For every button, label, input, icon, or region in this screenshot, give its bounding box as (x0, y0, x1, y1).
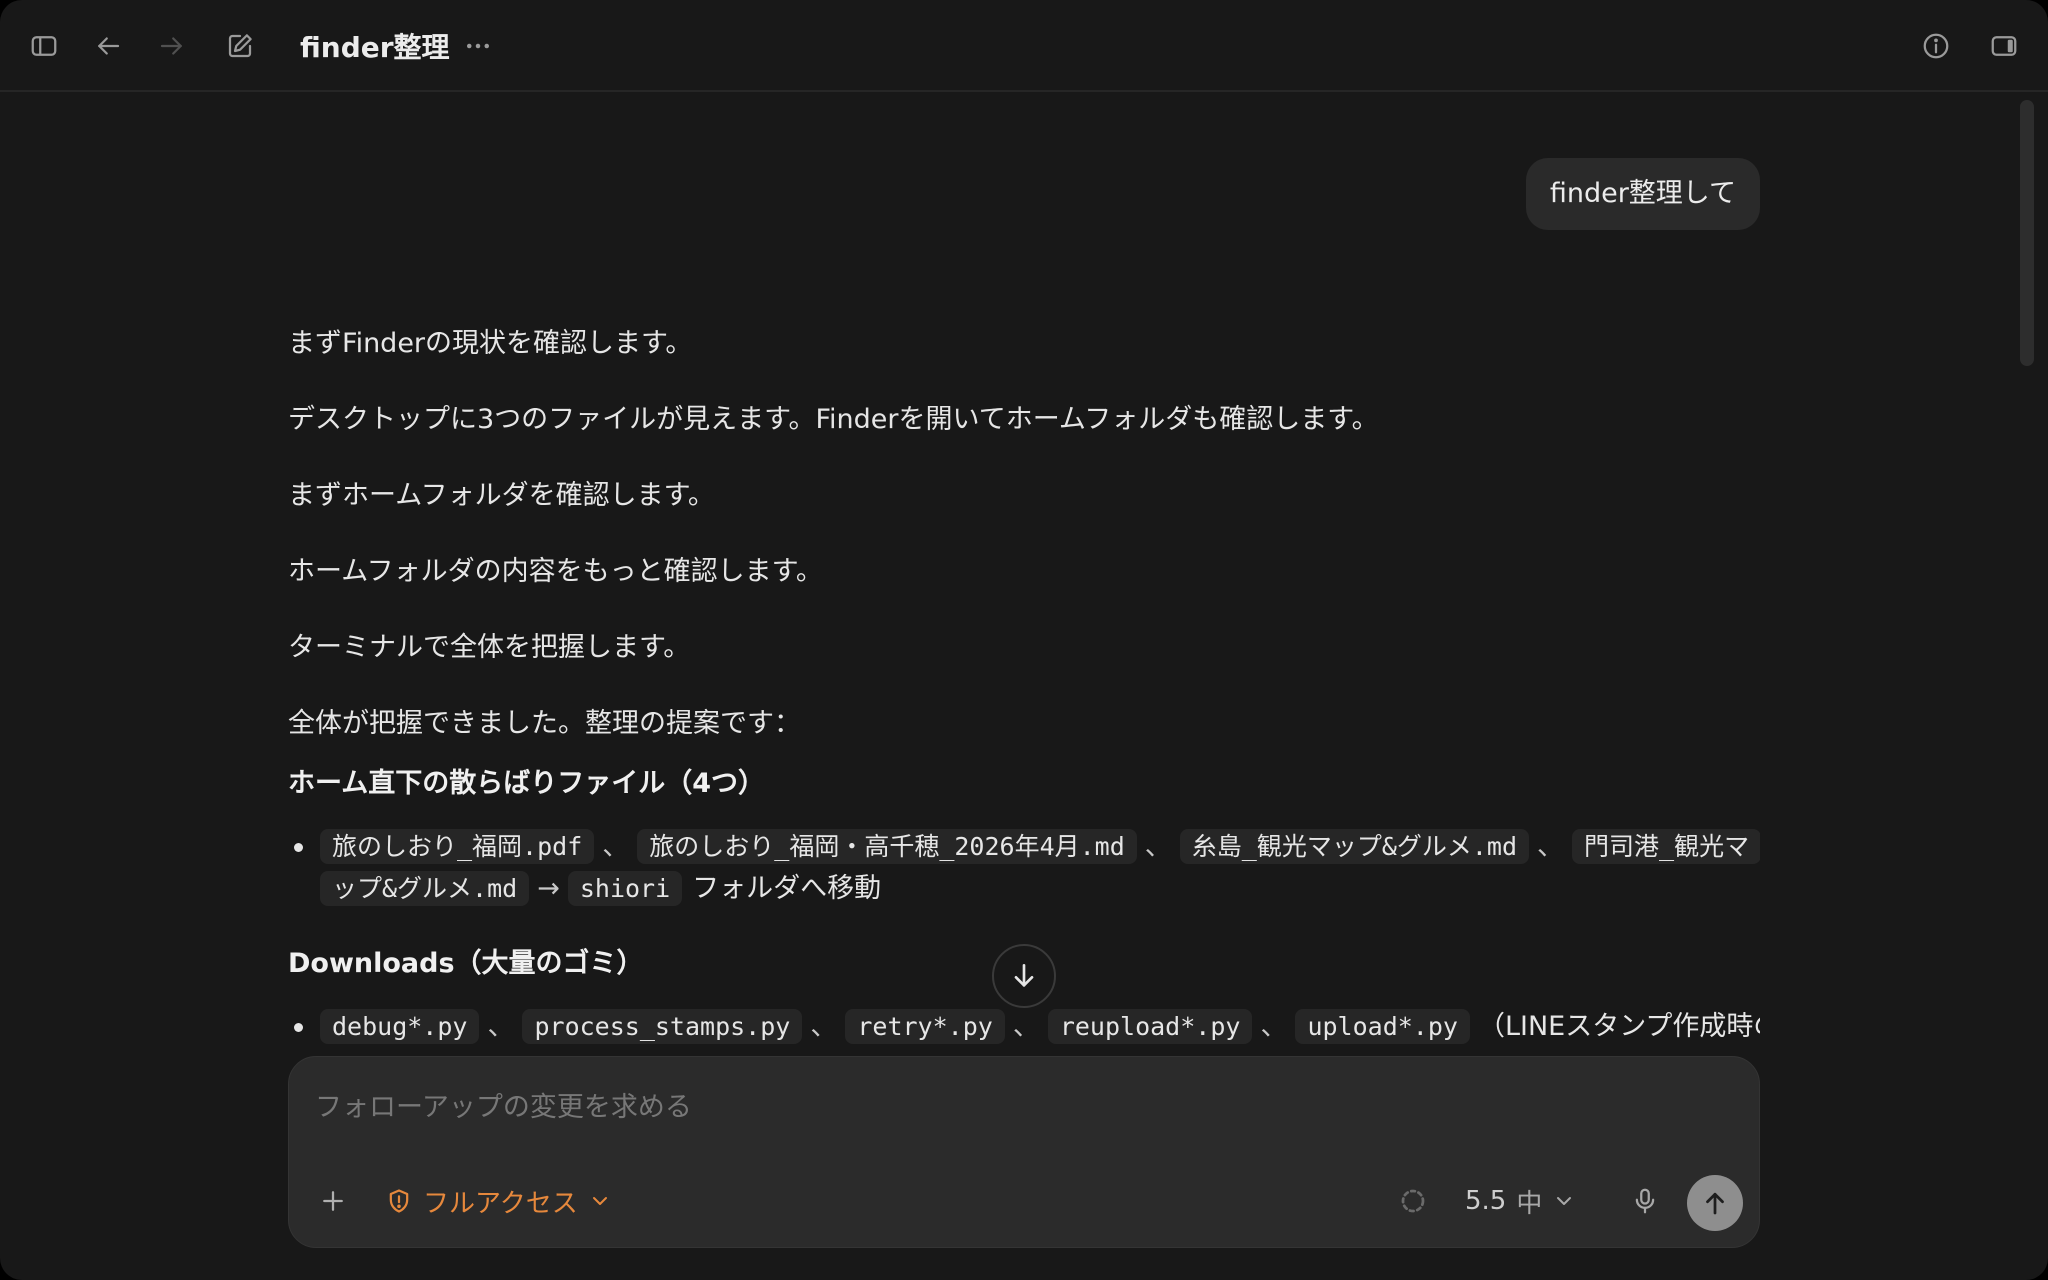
file-name-code: ップ&グルメ.md (320, 871, 530, 906)
chevron-down-icon (592, 1197, 607, 1205)
send-button[interactable] (1687, 1175, 1743, 1231)
assistant-text: デスクトップに3つのファイルが見えます。Finderを開いてホームフォルダも確認… (288, 404, 1379, 435)
assistant-text: 全体が把握できました。整理の提案です： (288, 708, 801, 739)
assistant-text: ホームフォルダの内容をもっと確認します。 (288, 556, 823, 587)
folder-name-code: shiori (567, 871, 683, 906)
microphone-icon (1635, 1188, 1655, 1214)
arrow-text: → (537, 873, 560, 904)
section-heading: Downloads（大量のゴミ） (288, 948, 644, 979)
section-heading: ホーム直下の散らばりファイル（4つ） (288, 768, 765, 799)
file-name-code: debug*.py (320, 1009, 480, 1044)
separator: 、 (1144, 831, 1172, 862)
file-name-code: upload*.py (1295, 1009, 1470, 1044)
separator: 、 (1260, 1011, 1288, 1042)
file-name-code: reupload*.py (1047, 1009, 1253, 1044)
add-attachment-button[interactable] (309, 1177, 357, 1225)
loading-spinner-icon (1389, 1177, 1437, 1225)
new-chat-edit-icon[interactable] (216, 22, 264, 70)
info-icon[interactable] (1912, 22, 1960, 70)
access-mode-label: フルアクセス (423, 1188, 578, 1219)
file-name-code: 旅のしおり_福岡.pdf (320, 829, 595, 864)
assistant-text: まずホームフォルダを確認します。 (288, 480, 715, 511)
chevron-down-icon (1557, 1197, 1572, 1205)
conversation-area: finder整理して まずFinderの現状を確認します。 デスクトップに3つの… (288, 94, 1760, 1054)
list-item: debug*.py、 process_stamps.py、 retry*.py、 re… (320, 1006, 1760, 1048)
arrow-up-icon (1706, 1192, 1724, 1215)
file-name-code: 旅のしおり_福岡・高千穂_2026年4月.md (637, 829, 1137, 864)
separator: 、 (602, 831, 630, 862)
assistant-text: まずFinderの現状を確認します。 (288, 328, 693, 359)
toolbar: finder整理 (0, 0, 2048, 92)
effort-label: 中 (1516, 1188, 1543, 1219)
composer: フルアクセス 5.5 中 (288, 1056, 1760, 1248)
list-item: 旅のしおり_福岡.pdf、旅のしおり_福岡・高千穂_2026年4月.md、糸島_… (320, 826, 1760, 868)
separator: 、 (1537, 831, 1565, 862)
scroll-to-bottom-button[interactable] (992, 944, 1056, 1008)
separator: 、 (487, 1011, 515, 1042)
right-panel-toggle-icon[interactable] (1980, 22, 2028, 70)
app-window: finder整理 finder整理して まずFinderの現状を確認します。 デ… (0, 0, 2048, 1280)
bullet-dot (294, 843, 303, 852)
back-arrow-icon[interactable] (84, 22, 132, 70)
follow-up-input[interactable] (315, 1079, 1615, 1135)
forward-arrow-icon[interactable] (148, 22, 196, 70)
scrollbar[interactable] (2020, 100, 2034, 366)
separator: 、 (810, 1011, 838, 1042)
model-version-label: 5.5 (1465, 1186, 1507, 1216)
bullet-dot (294, 1023, 303, 1032)
note-text: （LINEスタンプ作成時の (1477, 1011, 1760, 1042)
user-message-bubble: finder整理して (1525, 158, 1760, 230)
file-name-code: retry*.py (845, 1009, 1005, 1044)
plus-icon (323, 1191, 343, 1211)
more-options-icon[interactable] (454, 22, 502, 70)
file-name-code: 門司港_観光マ (1572, 829, 1760, 864)
action-text: フォルダへ移動 (692, 873, 882, 904)
microphone-button[interactable] (1621, 1177, 1669, 1225)
page-title: finder整理 (300, 31, 450, 64)
access-mode-dropdown[interactable]: フルアクセス (385, 1181, 612, 1221)
shield-alert-icon (389, 1189, 409, 1213)
file-name-code: process_stamps.py (522, 1009, 803, 1044)
arrow-down-icon (1014, 964, 1034, 987)
separator: 、 (1012, 1011, 1040, 1042)
model-selector[interactable]: 5.5 中 (1465, 1181, 1576, 1221)
list-item-continued: ップ&グルメ.md → shiori フォルダへ移動 (320, 868, 881, 910)
sidebar-toggle-icon[interactable] (20, 22, 68, 70)
file-name-code: 糸島_観光マップ&グルメ.md (1179, 829, 1530, 864)
assistant-text: ターミナルで全体を把握します。 (288, 632, 691, 663)
